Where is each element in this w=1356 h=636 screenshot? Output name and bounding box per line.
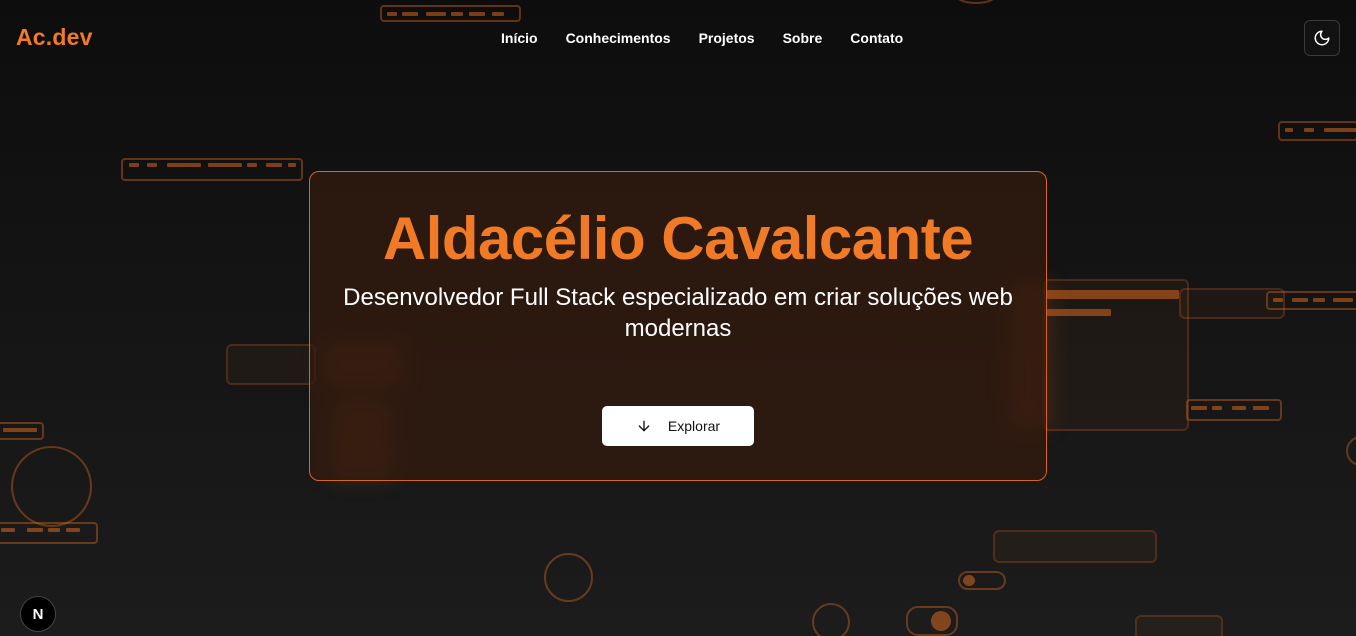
decorative-bar	[0, 522, 98, 544]
decorative-bar	[121, 158, 303, 181]
nav-link-contato[interactable]: Contato	[850, 30, 903, 46]
decorative-circle	[812, 603, 850, 636]
decorative-box	[1135, 615, 1223, 636]
decorative-circle	[1346, 436, 1356, 466]
explore-button-label: Explorar	[667, 418, 721, 434]
site-logo[interactable]: Ac.dev	[16, 24, 93, 51]
nav-link-projetos[interactable]: Projetos	[699, 30, 755, 46]
decorative-circle	[11, 446, 92, 527]
nav-link-sobre[interactable]: Sobre	[783, 30, 823, 46]
nav-link-inicio[interactable]: Início	[501, 30, 538, 46]
decorative-box	[226, 344, 316, 385]
nav-link-conhecimentos[interactable]: Conhecimentos	[566, 30, 671, 46]
hero-name: Aldacélio Cavalcante	[382, 205, 974, 272]
arrow-down-icon	[638, 420, 650, 432]
decorative-circle	[544, 553, 593, 602]
theme-toggle-button[interactable]	[1304, 20, 1340, 56]
site-header: Ac.dev Início Conhecimentos Projetos Sob…	[0, 0, 1356, 76]
explore-button[interactable]: Explorar	[602, 406, 754, 446]
nextjs-icon[interactable]: N	[20, 596, 56, 632]
hero-card: Aldacélio Cavalcante Desenvolvedor Full …	[309, 171, 1047, 481]
decorative-bar	[1186, 399, 1282, 421]
decorative-panel	[1043, 279, 1189, 431]
decorative-box	[993, 530, 1157, 563]
hero-subtitle: Desenvolvedor Full Stack especializado e…	[343, 284, 1013, 342]
page: Ac.dev Início Conhecimentos Projetos Sob…	[0, 0, 1356, 636]
moon-icon	[1314, 30, 1330, 46]
nextjs-badge-label: N	[32, 605, 44, 623]
main-nav: Início Conhecimentos Projetos Sobre Cont…	[501, 30, 903, 46]
